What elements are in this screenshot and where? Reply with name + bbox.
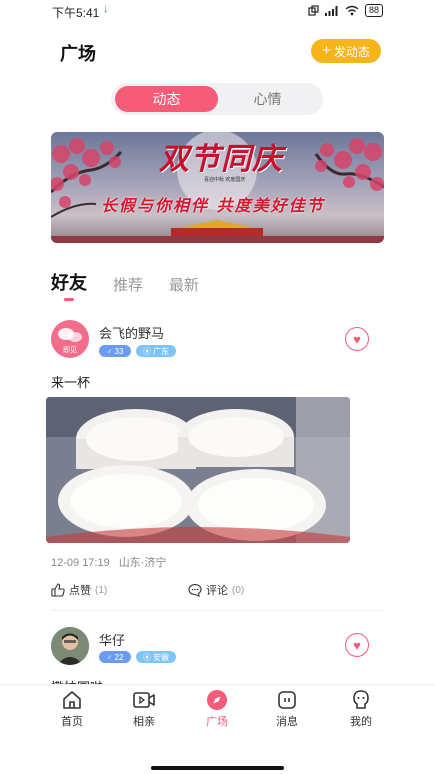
post-place: 山东·济宁 bbox=[118, 557, 167, 569]
tab-home-label: 首页 bbox=[61, 716, 83, 728]
location-badge: ⦿ 广东 bbox=[136, 345, 176, 357]
compass-icon bbox=[207, 690, 227, 710]
photo-cups-image bbox=[46, 397, 350, 543]
wifi-icon bbox=[345, 5, 359, 16]
status-bar: 下午5:41 ↓ 88 bbox=[0, 0, 435, 24]
comment-button[interactable]: 评论 (0) bbox=[188, 582, 244, 598]
gender-age-badge: ♂ 22 bbox=[99, 651, 131, 663]
location-badge: ⦿ 安徽 bbox=[136, 651, 176, 663]
tab-dating[interactable]: 相亲 bbox=[114, 689, 174, 729]
tab-square[interactable]: 广场 bbox=[187, 689, 247, 729]
download-arrow-icon: ↓ bbox=[103, 3, 109, 15]
battery-indicator: 88 bbox=[364, 4, 383, 17]
promo-banner[interactable]: 双节同庆 喜迎中秋 欢度国庆 长假与你相伴 共度美好佳节 bbox=[51, 132, 384, 243]
feed-tabs: 好友 推荐 最新 bbox=[51, 269, 225, 295]
avatar[interactable]: 即见 bbox=[51, 320, 89, 358]
tab-dating-label: 相亲 bbox=[133, 716, 155, 728]
location-value: 广东 bbox=[153, 346, 169, 356]
male-icon: ♂ bbox=[106, 652, 113, 662]
tab-square-label: 广场 bbox=[206, 716, 228, 728]
thumbs-up-icon bbox=[51, 583, 65, 597]
signal-icon bbox=[324, 5, 338, 16]
tab-profile-label: 我的 bbox=[350, 716, 372, 728]
banner-subtitle: 喜迎中秋 欢度国庆 bbox=[204, 177, 246, 183]
home-indicator bbox=[151, 766, 284, 770]
profile-icon bbox=[353, 690, 369, 709]
like-count: (1) bbox=[95, 584, 108, 596]
tab-home[interactable]: 首页 bbox=[42, 689, 102, 729]
tab-recommended[interactable]: 推荐 bbox=[113, 274, 143, 295]
like-button[interactable]: 点赞 (1) bbox=[51, 582, 107, 598]
banner-slogan: 长假与你相伴 共度美好佳节 bbox=[101, 196, 325, 215]
follow-heart-button[interactable]: ♥ bbox=[345, 327, 369, 351]
post-meta: 12-09 17:19 山东·济宁 bbox=[51, 554, 172, 570]
male-icon: ♂ bbox=[106, 346, 113, 356]
video-icon bbox=[133, 692, 155, 708]
banner-title: 双节同庆 bbox=[159, 142, 283, 177]
tab-profile[interactable]: 我的 bbox=[331, 689, 391, 729]
message-icon bbox=[278, 691, 296, 709]
tab-dynamics[interactable]: 动态 bbox=[115, 86, 218, 112]
follow-heart-button[interactable]: ♥ bbox=[345, 633, 369, 657]
bottom-tab-bar: 首页 相亲 广场 消息 我的 bbox=[0, 684, 435, 736]
tab-messages-label: 消息 bbox=[276, 716, 298, 728]
tab-mood[interactable]: 心情 bbox=[216, 86, 319, 112]
content-type-switcher: 动态 心情 bbox=[111, 83, 323, 115]
home-icon bbox=[63, 691, 81, 709]
tab-latest[interactable]: 最新 bbox=[169, 274, 199, 295]
username[interactable]: 会飞的野马 bbox=[99, 323, 164, 342]
location-pin-icon: ⦿ bbox=[143, 346, 151, 356]
post-update-button[interactable]: + 发动态 bbox=[311, 39, 381, 63]
age-value: 33 bbox=[114, 346, 124, 356]
tab-messages[interactable]: 消息 bbox=[257, 689, 317, 729]
user-photo-image bbox=[51, 627, 89, 665]
status-icons: 88 bbox=[308, 4, 383, 17]
screen-mirror-icon bbox=[308, 5, 319, 16]
post-update-label: 发动态 bbox=[333, 44, 370, 59]
like-label: 点赞 bbox=[69, 585, 91, 597]
avatar-label: 即见 bbox=[63, 347, 77, 354]
divider bbox=[51, 610, 384, 611]
location-pin-icon: ⦿ bbox=[143, 652, 151, 662]
status-time: 下午5:41 bbox=[52, 6, 100, 20]
location-value: 安徽 bbox=[153, 652, 169, 662]
username[interactable]: 华仔 bbox=[99, 630, 125, 649]
post-time: 12-09 17:19 bbox=[51, 557, 110, 569]
post-text: 来一杯 bbox=[51, 375, 91, 390]
gender-age-badge: ♂ 33 bbox=[99, 345, 131, 357]
comment-count: (0) bbox=[232, 584, 245, 596]
avatar[interactable] bbox=[51, 627, 89, 665]
post-photo[interactable] bbox=[46, 397, 350, 543]
heart-icon: ♥ bbox=[353, 637, 361, 653]
comment-bubble-icon bbox=[188, 583, 202, 597]
page-title: 广场 bbox=[60, 44, 96, 64]
heart-icon: ♥ bbox=[353, 331, 361, 347]
plus-icon: + bbox=[322, 42, 331, 59]
tab-friends[interactable]: 好友 bbox=[51, 269, 87, 295]
age-value: 22 bbox=[114, 652, 124, 662]
comment-label: 评论 bbox=[206, 585, 228, 597]
active-tab-indicator bbox=[64, 298, 74, 301]
